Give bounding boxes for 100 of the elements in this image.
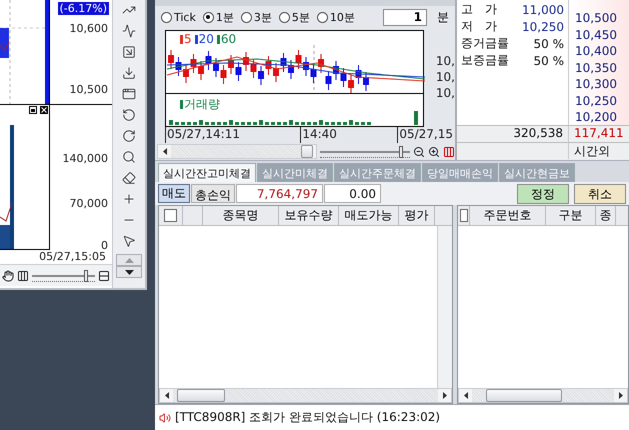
volume-bar: [211, 122, 215, 125]
interval-radio[interactable]: Tick: [161, 10, 196, 24]
column-header: 구분: [546, 206, 596, 225]
candlestick: [280, 52, 286, 72]
volume-bar: [265, 122, 269, 125]
axis-label: 10,: [436, 86, 455, 100]
horizontal-scrollbar[interactable]: [157, 144, 317, 159]
candlestick: [176, 56, 182, 76]
total-quantity: 320,538: [457, 126, 569, 142]
zoom-slider[interactable]: [320, 146, 410, 158]
line-chart-icon[interactable]: [120, 23, 138, 39]
volume-bar: [217, 122, 221, 125]
right-arrow-icon[interactable]: [442, 392, 446, 399]
candlestick: [363, 72, 369, 92]
axis-label: 70,000: [70, 197, 108, 210]
total-quantity: 117,411: [573, 126, 625, 142]
up-arrow-icon: [124, 258, 134, 262]
axis-label: 10,600: [70, 22, 108, 35]
right-arrow-icon[interactable]: [618, 392, 622, 399]
volume-bar: [355, 122, 359, 125]
horizontal-scrollbar[interactable]: [458, 388, 628, 403]
sell-button[interactable]: 매도: [158, 184, 190, 203]
interval-radio[interactable]: 10분: [316, 10, 355, 24]
candlestick: [236, 62, 242, 82]
volume-bar: [307, 122, 311, 125]
ladder-price: 10,350: [575, 60, 618, 76]
scroll-thumb[interactable]: [301, 145, 313, 158]
volume-bar: [331, 122, 335, 125]
select-all-checkbox[interactable]: [460, 209, 468, 222]
volume-bar: [271, 122, 275, 125]
candlestick: [243, 52, 249, 72]
volume-bar: [247, 122, 251, 125]
legend-item: 60: [216, 32, 236, 46]
pnl-label: 총손익: [191, 184, 235, 203]
interval-radio[interactable]: 1분: [202, 10, 234, 24]
volume-bar: [259, 120, 263, 125]
column-header: 매도가능: [339, 206, 399, 225]
interval-radio[interactable]: 3분: [240, 10, 272, 24]
scroll-thumb[interactable]: [177, 389, 225, 402]
volume-bar: [181, 122, 185, 125]
period-field[interactable]: 1: [383, 8, 427, 26]
pnl-value: 7,764,797: [236, 184, 323, 203]
volume-bar: [283, 122, 287, 125]
left-arrow-icon[interactable]: [164, 392, 168, 399]
interval-radio[interactable]: 5분: [278, 10, 310, 24]
ladder-price: 10,250: [575, 94, 618, 108]
bars-icon[interactable]: [17, 270, 29, 282]
eraser-icon[interactable]: [120, 170, 138, 186]
column-header: 보유수량: [279, 206, 339, 225]
legend-item: 5: [180, 32, 192, 46]
candlestick: [296, 50, 302, 70]
legend-item: 20: [194, 32, 214, 46]
tab[interactable]: 실시간잔고미체결: [158, 163, 256, 182]
volume-bar: [229, 120, 233, 125]
column-header: 종: [596, 206, 616, 225]
left-arrow-icon[interactable]: [464, 392, 468, 399]
horizontal-scrollbar[interactable]: [159, 388, 452, 403]
volume-bar: [295, 122, 299, 125]
volume-bar: [223, 122, 227, 125]
volume-bar: [199, 120, 203, 125]
candlestick: [220, 64, 226, 84]
action-button[interactable]: 취소: [574, 184, 626, 204]
select-all-checkbox[interactable]: [164, 209, 177, 222]
quote-label: 증거금률: [461, 35, 509, 52]
split-view-icon[interactable]: [98, 270, 110, 282]
candlestick: [310, 64, 316, 84]
time-label: 14:40: [300, 127, 337, 143]
volume-bar: [289, 120, 293, 125]
zoom-out-icon[interactable]: [413, 146, 425, 158]
pnl-rate: 0.00: [324, 184, 381, 203]
window-buttons-icon[interactable]: [29, 106, 48, 114]
axis-label: 10,: [436, 54, 455, 68]
zoom-in-icon[interactable]: [428, 146, 440, 158]
volume-bar: [235, 122, 239, 125]
ladder-price: 10,200: [575, 110, 618, 125]
action-button[interactable]: 정정: [517, 184, 569, 204]
scroll-thumb[interactable]: [486, 389, 562, 402]
axis-label: 0: [101, 239, 108, 252]
candlestick: [333, 60, 339, 80]
scroll-down-button[interactable]: [116, 266, 142, 278]
window-icon[interactable]: [120, 86, 138, 102]
volume-bar: [349, 120, 353, 125]
quote-value: 50 %: [534, 54, 564, 68]
candlestick: [273, 62, 279, 82]
candlestick: [190, 54, 196, 74]
speaker-icon: [159, 412, 171, 424]
candlestick: [168, 50, 174, 70]
candlestick: [288, 60, 294, 80]
zoom-slider[interactable]: [32, 270, 95, 282]
candlestick: [266, 56, 272, 76]
vertical-scrollbar[interactable]: [437, 226, 452, 388]
quote-value: 11,000: [522, 2, 564, 16]
hand-icon[interactable]: [2, 270, 14, 282]
column-header: 평가: [399, 206, 435, 225]
ladder-price: 10,450: [575, 28, 618, 42]
volume-bar: [343, 122, 347, 125]
volume-bar: [277, 122, 281, 125]
left-arrow-icon[interactable]: [162, 148, 166, 155]
volume-bar: [325, 122, 329, 125]
volume-bar: [187, 122, 191, 125]
